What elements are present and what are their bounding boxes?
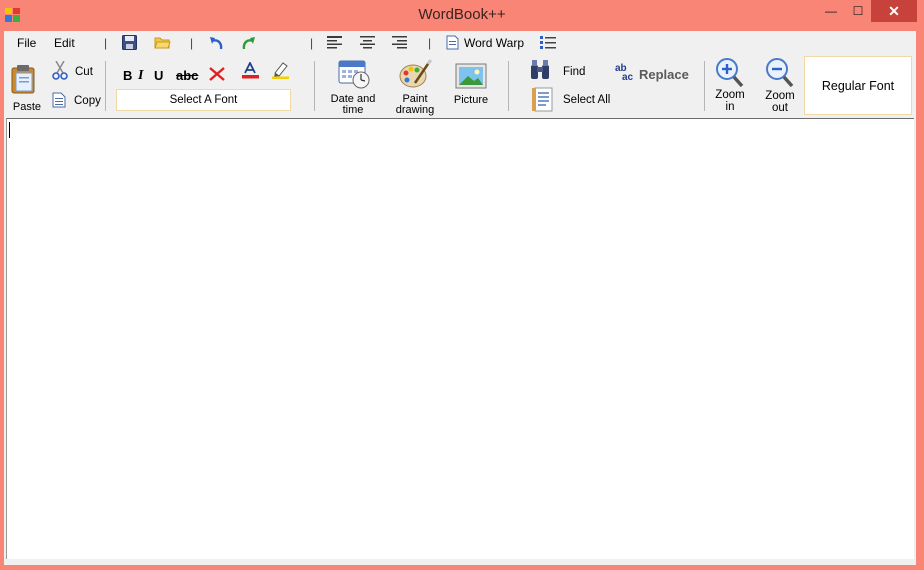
align-left-icon[interactable]: [327, 36, 342, 49]
strikethrough-button[interactable]: abc: [176, 68, 198, 83]
paste-icon[interactable]: [11, 64, 35, 94]
maximize-button[interactable]: ☐: [845, 0, 871, 22]
copy-icon[interactable]: [52, 92, 66, 108]
word-wrap-button[interactable]: Word Warp: [464, 36, 524, 50]
calendar-clock-icon[interactable]: [338, 59, 370, 89]
menu-separator: |: [190, 36, 194, 50]
list-icon[interactable]: [540, 35, 556, 50]
minimize-button[interactable]: —: [818, 0, 844, 22]
app-window: WordBook++ — ☐ ✕ File Edit | | | | Word …: [0, 0, 924, 570]
align-right-icon[interactable]: [392, 36, 407, 49]
clear-format-icon[interactable]: [209, 67, 225, 81]
menu-bar: File Edit | | | | Word Warp: [4, 31, 916, 55]
menu-separator: |: [428, 36, 432, 50]
save-icon[interactable]: [122, 35, 137, 50]
close-button[interactable]: ✕: [871, 0, 917, 22]
find-button[interactable]: Find: [563, 66, 585, 78]
text-editor[interactable]: [6, 118, 914, 559]
toolbar-separator: [105, 61, 106, 111]
minimize-icon: —: [825, 4, 837, 18]
folder-icon[interactable]: [154, 35, 171, 50]
menu-file[interactable]: File: [17, 36, 36, 50]
italic-button[interactable]: I: [138, 68, 143, 84]
client-area: File Edit | | | | Word Warp Paste Cut Co…: [4, 31, 916, 565]
picture-button[interactable]: Picture: [448, 94, 494, 106]
replace-icon[interactable]: ab ac: [614, 63, 638, 85]
toolbar-separator: [704, 61, 705, 111]
align-center-icon[interactable]: [360, 36, 375, 49]
select-all-button[interactable]: Select All: [563, 94, 610, 106]
copy-button[interactable]: Copy: [74, 95, 101, 107]
zoom-in-label-line2[interactable]: in: [708, 101, 752, 113]
highlight-icon[interactable]: [272, 61, 289, 79]
zoom-in-label-line1[interactable]: Zoom: [708, 89, 752, 101]
zoom-out-label-line1[interactable]: Zoom: [758, 90, 802, 102]
toolbar-separator: [314, 61, 315, 111]
word-wrap-icon: [446, 35, 459, 50]
close-icon: ✕: [888, 2, 900, 19]
select-all-icon[interactable]: [531, 87, 553, 112]
replace-button[interactable]: Replace: [639, 67, 689, 82]
paint-palette-icon[interactable]: [398, 59, 432, 89]
scissors-icon[interactable]: [52, 61, 68, 81]
date-time-label-line2[interactable]: time: [330, 104, 376, 116]
menu-edit[interactable]: Edit: [54, 36, 75, 50]
cut-button[interactable]: Cut: [75, 66, 93, 78]
replace-icon-bottom: ac: [622, 72, 634, 83]
picture-icon[interactable]: [455, 63, 487, 89]
menu-separator: |: [104, 36, 108, 50]
font-preview: Regular Font: [804, 56, 912, 115]
paste-button[interactable]: Paste: [8, 101, 46, 113]
zoom-in-icon[interactable]: [715, 57, 745, 88]
redo-icon[interactable]: [240, 34, 257, 51]
font-color-icon[interactable]: [242, 62, 259, 79]
zoom-out-label-line2[interactable]: out: [758, 102, 802, 114]
bold-button[interactable]: B: [123, 68, 132, 83]
title-bar[interactable]: WordBook++ — ☐ ✕: [0, 0, 924, 31]
undo-icon[interactable]: [208, 34, 225, 51]
window-title: WordBook++: [418, 6, 506, 23]
binoculars-icon[interactable]: [529, 59, 551, 81]
toolbar-separator: [508, 61, 509, 111]
font-selector[interactable]: Select A Font: [116, 89, 291, 111]
maximize-icon: ☐: [852, 4, 864, 18]
paint-label-line2[interactable]: drawing: [392, 104, 438, 116]
zoom-out-icon[interactable]: [765, 57, 795, 88]
menu-separator: |: [310, 36, 314, 50]
underline-button[interactable]: U: [154, 68, 163, 83]
text-caret: [9, 122, 10, 138]
